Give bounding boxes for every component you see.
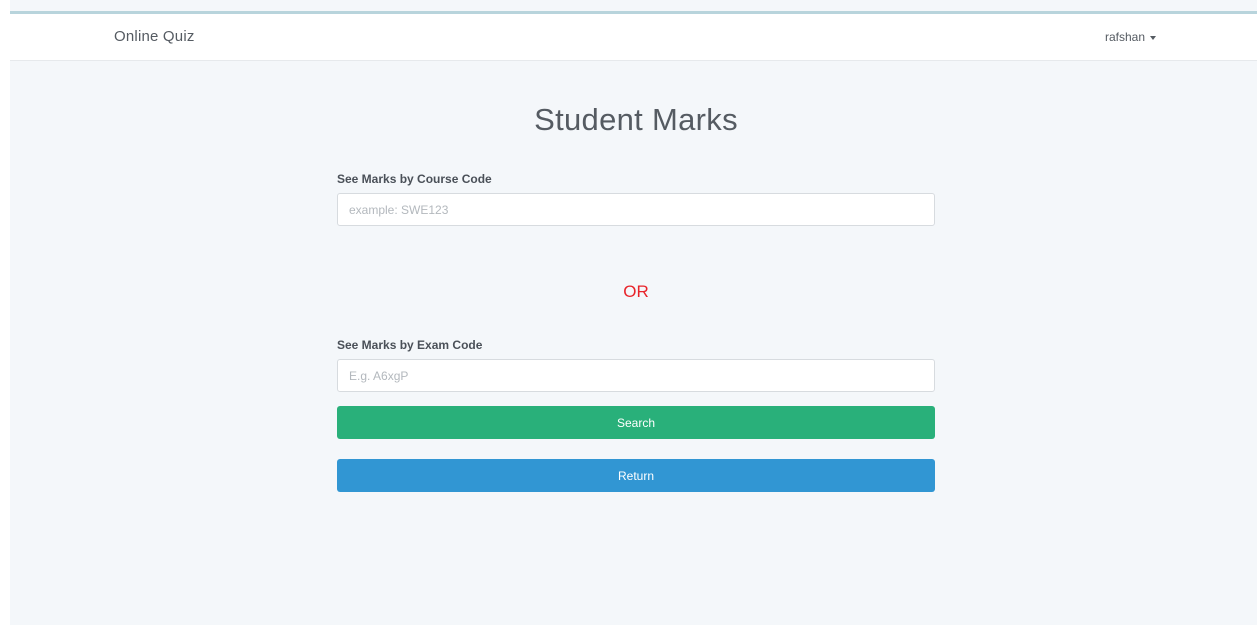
page-title: Student Marks [534, 102, 738, 137]
or-divider: OR [623, 282, 649, 301]
exam-code-input[interactable] [337, 359, 935, 392]
caret-down-icon [1150, 35, 1156, 40]
brand-link[interactable]: Online Quiz [114, 28, 195, 45]
course-code-label: See Marks by Course Code [337, 172, 492, 186]
exam-code-label: See Marks by Exam Code [337, 338, 483, 352]
course-code-input[interactable] [337, 193, 935, 226]
user-dropdown[interactable]: rafshan [1105, 30, 1156, 44]
search-button[interactable]: Search [337, 406, 935, 439]
app-frame: Online Quiz rafshan Student Marks See Ma… [10, 0, 1257, 625]
user-name: rafshan [1104, 30, 1145, 44]
navbar: Online Quiz rafshan [10, 14, 1257, 61]
return-button[interactable]: Return [337, 459, 935, 492]
